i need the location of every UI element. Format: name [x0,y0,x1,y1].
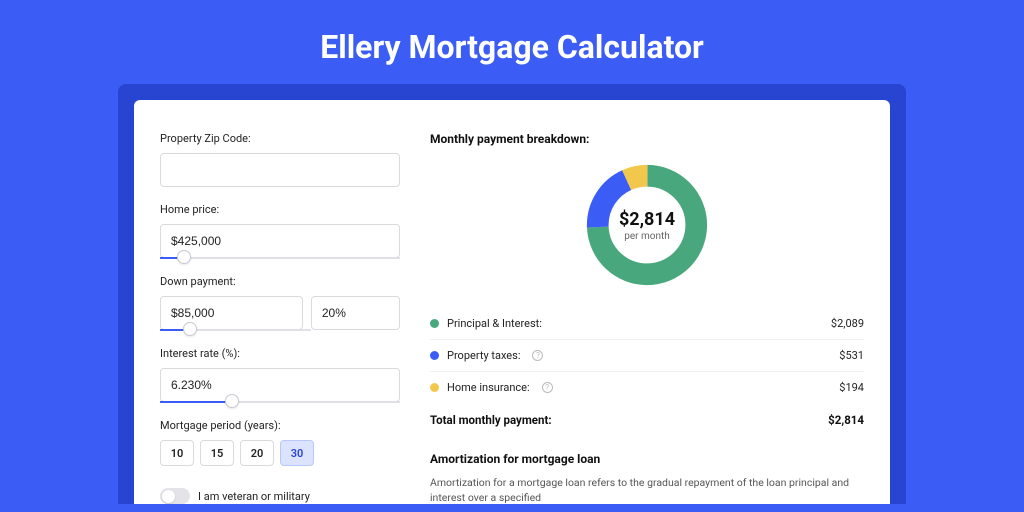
down-payment-input[interactable] [160,296,303,330]
home-price-slider[interactable] [160,257,400,259]
period-field-block: Mortgage period (years): 10152030 [160,419,400,466]
legend-dot-icon [430,351,439,360]
down-payment-field-block: Down payment: [160,275,400,331]
home-price-field-block: Home price: [160,203,400,259]
donut-chart-wrap: $2,814 per month [430,160,864,290]
zip-field-block: Property Zip Code: [160,132,400,187]
period-label: Mortgage period (years): [160,419,400,432]
home-price-slider-thumb[interactable] [177,250,191,264]
zip-label: Property Zip Code: [160,132,400,145]
donut-amount: $2,814 [619,209,675,230]
total-label: Total monthly payment: [430,413,552,427]
calculator-card: Property Zip Code: Home price: Down paym… [134,100,890,504]
interest-field-block: Interest rate (%): [160,347,400,403]
veteran-toggle-row: I am veteran or military [160,488,400,504]
down-payment-slider-thumb[interactable] [183,322,197,336]
down-payment-label: Down payment: [160,275,400,288]
amortization-desc: Amortization for a mortgage loan refers … [430,476,864,504]
donut-sub: per month [624,231,670,242]
period-btn-30[interactable]: 30 [280,440,314,466]
legend-dot-icon [430,319,439,328]
legend-row: Home insurance:? $194 [430,372,864,403]
interest-input[interactable] [160,368,400,402]
veteran-toggle[interactable] [160,488,190,504]
page-title: Ellery Mortgage Calculator [0,0,1024,84]
interest-slider[interactable] [160,401,400,403]
zip-input[interactable] [160,153,400,187]
total-value: $2,814 [828,413,864,427]
legend-value: $531 [839,349,864,362]
info-icon[interactable]: ? [532,350,543,361]
veteran-toggle-label: I am veteran or military [198,490,310,503]
period-btn-20[interactable]: 20 [240,440,274,466]
home-price-label: Home price: [160,203,400,216]
period-btn-10[interactable]: 10 [160,440,194,466]
amortization-block: Amortization for mortgage loan Amortizat… [430,451,864,504]
legend-label: Principal & Interest: [447,317,542,330]
amortization-title: Amortization for mortgage loan [430,452,864,466]
legend-label: Home insurance: [447,381,530,394]
interest-slider-fill [160,401,232,403]
donut-center: $2,814 per month [582,160,712,290]
legend-value: $2,089 [831,317,864,330]
home-price-input[interactable] [160,224,400,258]
breakdown-column: Monthly payment breakdown: $2,814 per mo… [430,132,864,504]
interest-label: Interest rate (%): [160,347,400,360]
donut-chart: $2,814 per month [582,160,712,290]
down-payment-pct-input[interactable] [311,296,400,330]
legend-row: Property taxes:? $531 [430,340,864,372]
legend-dot-icon [430,383,439,392]
legend-label: Property taxes: [447,349,520,362]
legend-value: $194 [839,381,864,394]
total-row: Total monthly payment: $2,814 [430,403,864,437]
period-options: 10152030 [160,440,400,466]
legend-row: Principal & Interest: $2,089 [430,308,864,340]
app-frame: Property Zip Code: Home price: Down paym… [118,84,906,504]
down-payment-slider[interactable] [160,329,311,331]
period-btn-15[interactable]: 15 [200,440,234,466]
interest-slider-thumb[interactable] [225,394,239,408]
breakdown-title: Monthly payment breakdown: [430,132,864,146]
info-icon[interactable]: ? [542,382,553,393]
legend: Principal & Interest: $2,089 Property taxe… [430,308,864,403]
form-column: Property Zip Code: Home price: Down paym… [160,132,400,504]
